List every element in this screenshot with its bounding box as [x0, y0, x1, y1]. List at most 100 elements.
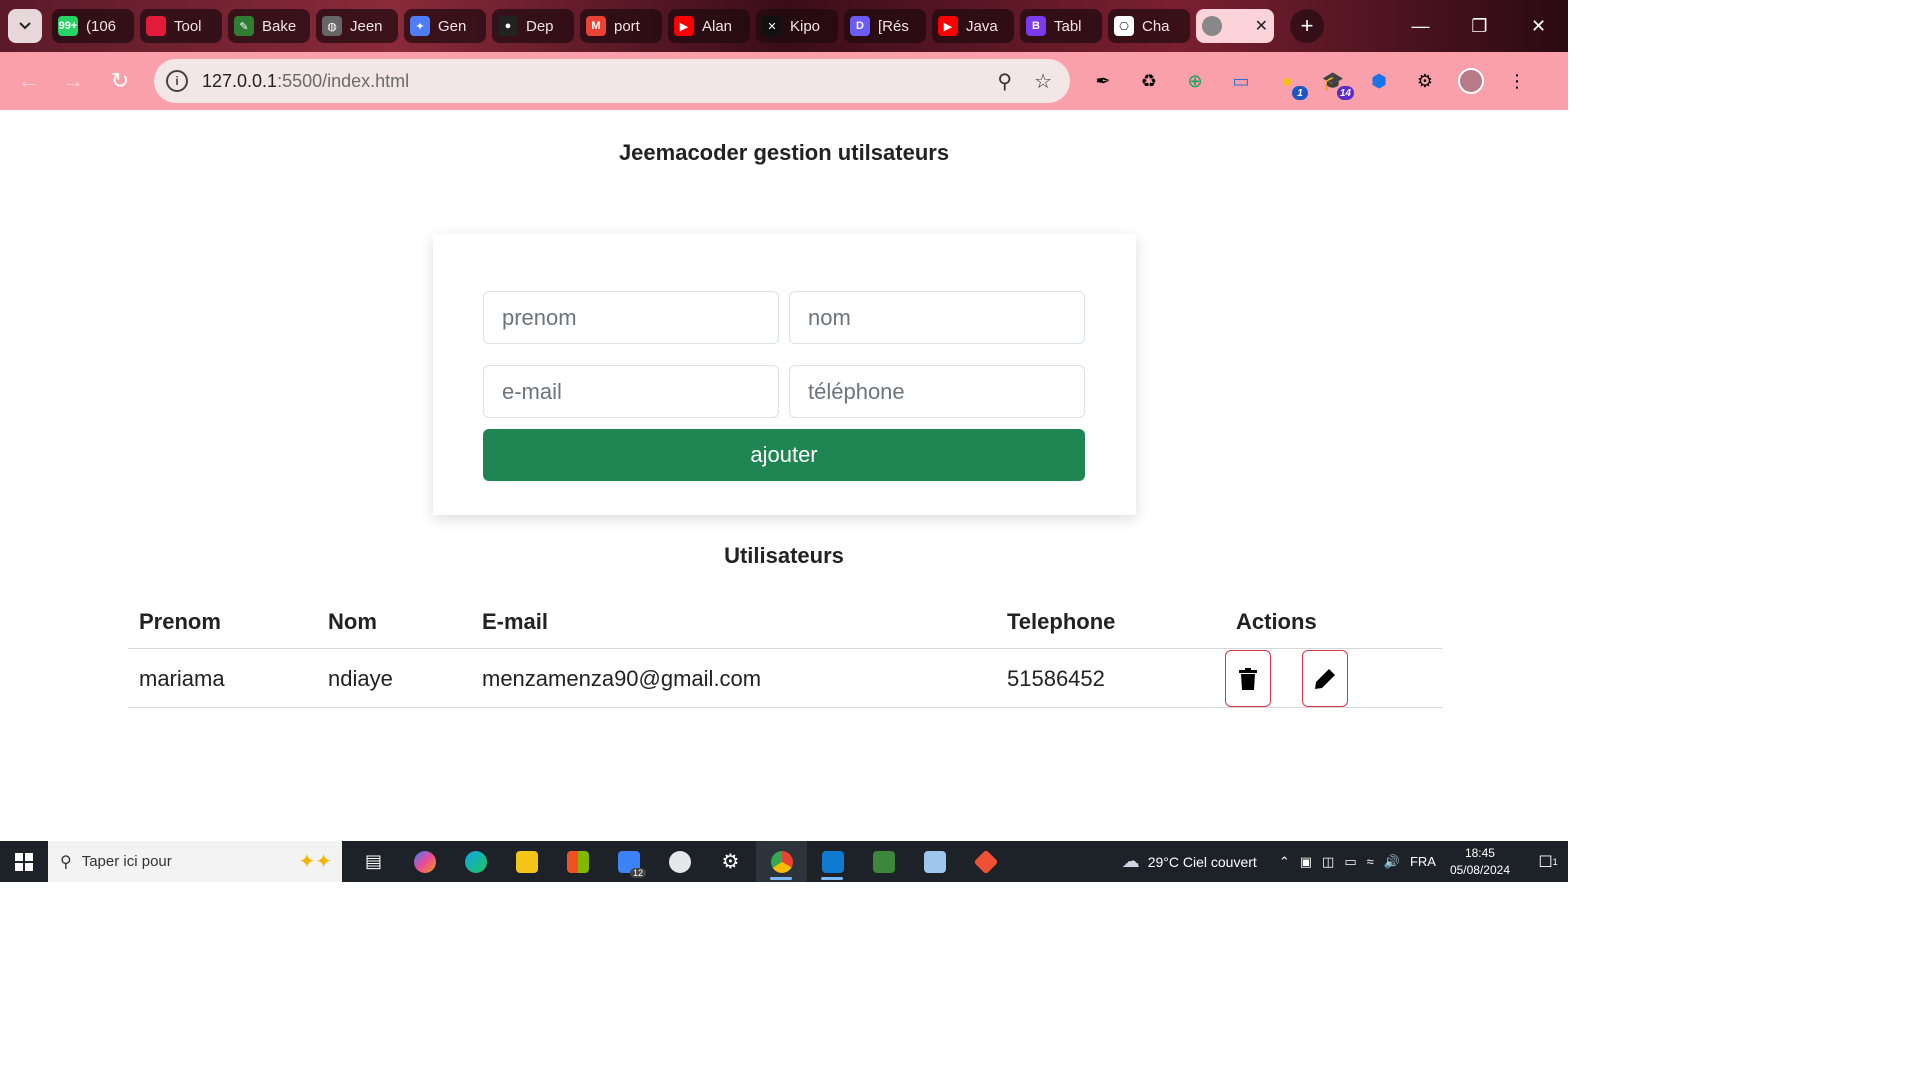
edit-button[interactable] — [1302, 650, 1348, 707]
tab-search-button[interactable] — [8, 9, 42, 43]
browser-tab[interactable]: Mport — [580, 9, 662, 43]
language-indicator[interactable]: FRA — [1410, 854, 1436, 870]
graduation-cap-icon[interactable]: 🎓 14 — [1320, 68, 1354, 100]
notification-icon[interactable]: ☐ 1 — [1528, 852, 1568, 872]
browser-tab[interactable]: ✎ Bake — [228, 9, 310, 43]
clock[interactable]: 18:45 05/08/2024 — [1450, 845, 1510, 879]
add-user-button[interactable]: ajouter — [483, 429, 1085, 481]
browser-tab[interactable]: ✦ Gen — [404, 9, 486, 43]
minimize-icon[interactable]: — — [1391, 0, 1450, 52]
window-app-icon[interactable] — [909, 841, 960, 882]
weather-widget[interactable]: ☁ 29°C Ciel couvert — [1122, 851, 1257, 872]
edge-icon[interactable] — [450, 841, 501, 882]
tab-active[interactable]: ✕ — [1196, 9, 1274, 43]
battery-icon[interactable]: ▭ — [1344, 854, 1356, 870]
nodejs-icon[interactable] — [858, 841, 909, 882]
tab-list: 99+ (106 Tool ✎ Bake ◍ Jeen ✦ Gen ● Dep Mport ▶ Alan ✕… — [52, 9, 1196, 43]
restore-icon[interactable]: ❐ — [1450, 0, 1509, 52]
browser-tab[interactable]: D [Rés — [844, 9, 926, 43]
store-icon[interactable] — [552, 841, 603, 882]
recycle-icon[interactable]: ♻ — [1136, 68, 1162, 94]
puzzle-extensions-icon[interactable]: ⚙ — [1412, 68, 1438, 94]
tab-title: Kipo — [790, 17, 821, 35]
close-window-icon[interactable]: ✕ — [1509, 0, 1568, 52]
plus-circle-icon[interactable]: ⊕ — [1182, 68, 1208, 94]
display-icon[interactable]: ◫ — [1322, 854, 1334, 870]
delete-button[interactable] — [1225, 650, 1271, 707]
start-button[interactable] — [0, 841, 48, 882]
extension-badge-count: 1 — [1292, 86, 1308, 100]
page-title: Jeemacoder gestion utilsateurs — [618, 140, 950, 165]
profile-avatar[interactable] — [1458, 68, 1484, 94]
tab-favicon-icon: ✎ — [234, 16, 254, 36]
tab-title: Jeen — [350, 17, 383, 35]
window-controls: — ❐ ✕ — [1391, 0, 1568, 52]
menu-kebab-icon[interactable]: ⋮ — [1504, 68, 1530, 94]
device-icon[interactable]: ▣ — [1300, 854, 1312, 870]
bookmark-star-icon[interactable]: ☆ — [1034, 69, 1052, 94]
task-view-icon[interactable]: ▤ — [348, 841, 399, 882]
clock-time: 18:45 — [1464, 845, 1495, 860]
extensions-area: ✒ ♻ ⊕ ▭ ● 1 🎓 14 ⬢ ⚙ ⋮ — [1090, 52, 1530, 110]
address-bar[interactable]: i 127.0.0.1:5500/index.html ⚲ ☆ — [154, 59, 1070, 103]
browser-tab[interactable]: 99+ (106 — [52, 9, 134, 43]
column-header-telephone: Telephone — [1007, 609, 1116, 634]
snipping-tool-icon[interactable] — [654, 841, 705, 882]
forward-icon[interactable]: → — [50, 58, 96, 104]
browser-tab[interactable]: ▶ Alan — [668, 9, 750, 43]
browser-tab[interactable]: ▶ Java — [932, 9, 1014, 43]
url-text[interactable]: 127.0.0.1:5500/index.html — [202, 71, 409, 92]
chrome-icon[interactable] — [756, 841, 807, 882]
chevron-up-icon[interactable]: ⌃ — [1279, 854, 1290, 870]
wifi-icon[interactable]: ≈ — [1367, 854, 1374, 870]
site-info-icon[interactable]: i — [166, 70, 188, 92]
copilot-icon[interactable] — [399, 841, 450, 882]
taskbar: ⚲ Taper ici pour ✦✦ ▤ 12 ⚙ ☁ 29°C Ciel c… — [0, 841, 1568, 882]
zoom-icon[interactable]: ⚲ — [997, 69, 1012, 94]
browser-tab[interactable]: B Tabl — [1020, 9, 1102, 43]
shield-icon[interactable]: ⬢ — [1366, 68, 1392, 94]
reload-icon[interactable]: ↻ — [97, 58, 143, 104]
close-tab-icon[interactable]: ✕ — [1255, 16, 1268, 36]
taskbar-search[interactable]: ⚲ Taper ici pour ✦✦ — [48, 841, 342, 882]
users-section-title: Utilisateurs — [724, 543, 844, 568]
tab-title: (106 — [86, 17, 117, 35]
taskbar-search-placeholder: Taper ici pour — [81, 853, 172, 870]
file-explorer-icon[interactable] — [501, 841, 552, 882]
cell-email: menzamenza90@gmail.com — [482, 666, 762, 691]
mail-icon[interactable]: 12 — [603, 841, 654, 882]
url-host: 127.0.0.1 — [202, 70, 278, 91]
tab-favicon-icon: M — [586, 16, 606, 36]
tab-favicon-icon: D — [850, 16, 870, 36]
prenom-input[interactable] — [483, 291, 779, 344]
new-tab-button[interactable]: + — [1290, 9, 1324, 43]
nom-input[interactable] — [789, 291, 1085, 344]
cell-prenom: mariama — [139, 666, 225, 691]
browser-tab[interactable]: ◍ Jeen — [316, 9, 398, 43]
panel-icon[interactable]: ▭ — [1228, 68, 1254, 94]
globe-icon — [1202, 16, 1222, 36]
browser-tab[interactable]: ⎔ Cha — [1108, 9, 1190, 43]
search-icon: ⚲ — [60, 853, 72, 871]
vscode-icon[interactable] — [807, 841, 858, 882]
telephone-input[interactable] — [789, 365, 1085, 418]
email-input[interactable] — [483, 365, 779, 418]
tab-title: Tool — [174, 17, 202, 35]
back-icon[interactable]: ← — [6, 58, 52, 104]
browser-tab[interactable]: Tool — [140, 9, 222, 43]
notification-count: 1 — [1552, 856, 1558, 867]
browser-tab[interactable]: ✕ Kipo — [756, 9, 838, 43]
cell-telephone: 51586452 — [1007, 666, 1105, 691]
browser-tab[interactable]: ● Dep — [492, 9, 574, 43]
tab-favicon-icon: ▶ — [938, 16, 958, 36]
tab-title: port — [614, 17, 640, 35]
pencil-icon — [1315, 668, 1335, 689]
tab-title: Gen — [438, 17, 467, 35]
extension-badge-icon[interactable]: ● 1 — [1274, 68, 1308, 100]
column-header-nom: Nom — [328, 609, 377, 634]
volume-icon[interactable]: 🔊 — [1384, 854, 1400, 870]
weather-text: 29°C Ciel couvert — [1147, 853, 1257, 870]
git-icon[interactable] — [960, 841, 1011, 882]
settings-icon[interactable]: ⚙ — [705, 841, 756, 882]
eyedropper-icon[interactable]: ✒ — [1090, 68, 1116, 94]
